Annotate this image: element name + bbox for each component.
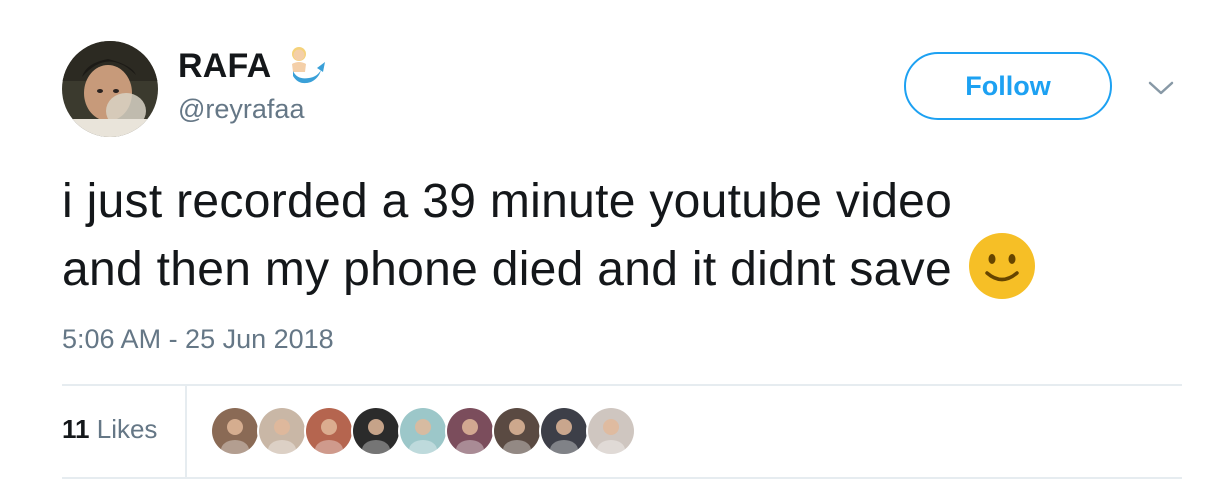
liker-avatar-1[interactable]	[210, 406, 260, 456]
liker-avatar-image	[400, 408, 446, 454]
liker-avatar-7[interactable]	[492, 406, 542, 456]
slightly-smiling-face-emoji-icon	[968, 233, 1035, 300]
divider	[62, 384, 1182, 386]
liker-avatar-5[interactable]	[398, 406, 448, 456]
liker-avatar-9[interactable]	[586, 406, 636, 456]
liker-avatar-image	[353, 408, 399, 454]
display-name-row: RAFA	[178, 46, 327, 86]
avatar[interactable]	[62, 41, 158, 137]
likes-count: 11	[62, 414, 90, 444]
tweet-text-line-1: i just recorded a 39 minute youtube vide…	[62, 175, 953, 228]
liker-avatar-8[interactable]	[539, 406, 589, 456]
divider	[62, 477, 1182, 479]
liker-avatars	[210, 406, 636, 456]
liker-avatar-image	[447, 408, 493, 454]
merman-emoji-icon	[292, 47, 326, 84]
liker-avatar-image	[588, 408, 634, 454]
liker-avatar-image	[212, 408, 258, 454]
liker-avatar-3[interactable]	[304, 406, 354, 456]
user-handle[interactable]: @reyrafaa	[178, 94, 304, 125]
liker-avatar-image	[259, 408, 305, 454]
liker-avatar-image	[494, 408, 540, 454]
liker-avatar-image	[541, 408, 587, 454]
avatar-image	[62, 41, 158, 137]
likes-stat[interactable]: 11 Likes	[62, 414, 157, 445]
liker-avatar-6[interactable]	[445, 406, 495, 456]
display-name[interactable]: RAFA	[178, 47, 271, 86]
chevron-down-icon[interactable]	[1146, 78, 1176, 98]
tweet-text: i just recorded a 39 minute youtube vide…	[62, 168, 1202, 306]
liker-avatar-image	[306, 408, 352, 454]
tweet-text-line-2: and then my phone died and it didnt save	[62, 233, 1202, 306]
follow-button[interactable]: Follow	[904, 52, 1112, 120]
stats-separator	[185, 386, 187, 477]
tweet-card: RAFA @reyrafaa Follow i just recorded a …	[0, 0, 1232, 486]
tweet-text-line-2-text: and then my phone died and it didnt save	[62, 243, 952, 296]
tweet-timestamp[interactable]: 5:06 AM - 25 Jun 2018	[62, 324, 334, 355]
liker-avatar-2[interactable]	[257, 406, 307, 456]
liker-avatar-4[interactable]	[351, 406, 401, 456]
likes-label: Likes	[96, 414, 158, 444]
